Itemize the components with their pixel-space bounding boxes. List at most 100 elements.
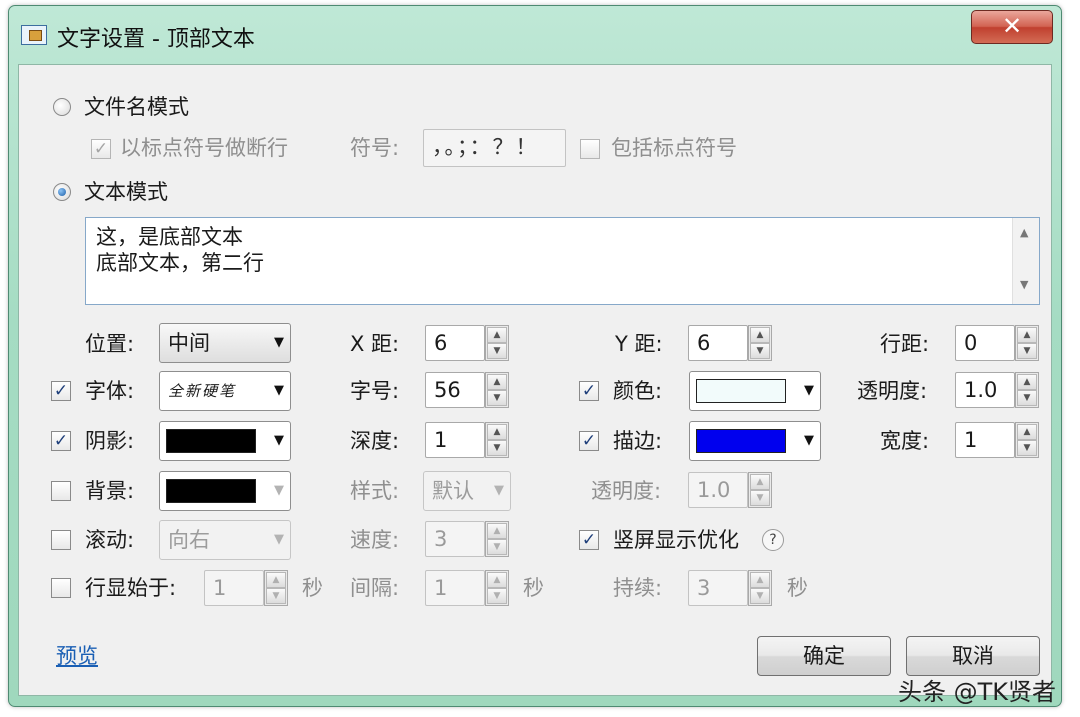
dialog-body: 文件名模式 ✓ 以标点符号做断行 符号: ，。；：？！ 包括标点符号 文本模式 … <box>18 64 1052 696</box>
position-label: 位置: <box>85 332 135 356</box>
bg-opacity-label: 透明度: <box>591 479 662 503</box>
chevron-down-icon: ▼ <box>274 483 284 498</box>
filename-mode-radio[interactable] <box>53 98 71 116</box>
stroke-swatch <box>696 429 786 453</box>
background-checkbox[interactable] <box>51 481 71 501</box>
line-start-unit: 秒 <box>302 576 323 600</box>
chevron-down-icon: ▼ <box>274 532 284 547</box>
watermark-text: 头条 @TK贤者 <box>897 678 1056 706</box>
chevron-down-icon: ▼ <box>804 433 814 448</box>
font-size-spinner[interactable]: ▲ ▼ <box>485 372 509 408</box>
text-line-2: 底部文本，第二行 <box>96 251 264 275</box>
line-spacing-spinner[interactable]: ▲ ▼ <box>1015 325 1039 361</box>
stroke-checkbox[interactable]: ✓ <box>579 431 599 451</box>
include-punct-checkbox[interactable] <box>580 139 600 159</box>
shadow-color-picker[interactable]: ▼ <box>159 421 291 461</box>
x-distance-spinner[interactable]: ▲ ▼ <box>485 325 509 361</box>
shadow-label: 阴影: <box>85 429 135 453</box>
color-swatch <box>696 379 786 403</box>
opacity-input[interactable]: 1.0 <box>955 372 1015 408</box>
stroke-width-input[interactable]: 1 <box>955 422 1015 458</box>
bg-opacity-spinner[interactable]: ▲ ▼ <box>748 472 772 508</box>
line-start-spinner[interactable]: ▲ ▼ <box>264 570 288 606</box>
font-select[interactable]: 全新硬笔 ▼ <box>159 371 291 411</box>
bg-opacity-input[interactable]: 1.0 <box>688 472 748 508</box>
close-button[interactable]: ✕ <box>971 10 1053 44</box>
vertical-optimize-checkbox[interactable]: ✓ <box>579 530 599 550</box>
punct-break-label: 以标点符号做断行 <box>120 136 288 160</box>
speed-input[interactable]: 3 <box>425 521 485 557</box>
interval-label: 间隔: <box>350 576 400 600</box>
stroke-width-label: 宽度: <box>880 429 930 453</box>
shadow-checkbox[interactable]: ✓ <box>51 431 71 451</box>
opacity-label: 透明度: <box>857 379 928 403</box>
symbols-label: 符号: <box>350 136 400 160</box>
shadow-swatch <box>166 429 256 453</box>
stroke-width-spinner[interactable]: ▲ ▼ <box>1015 422 1039 458</box>
line-spacing-input[interactable]: 0 <box>955 325 1015 361</box>
text-mode-label: 文本模式 <box>84 180 168 204</box>
font-checkbox[interactable]: ✓ <box>51 381 71 401</box>
window-title: 文字设置 - 顶部文本 <box>57 27 255 52</box>
chevron-down-icon: ▼ <box>274 383 284 398</box>
dialog-window: 文字设置 - 顶部文本 ✕ 文件名模式 ✓ 以标点符号做断行 符号: ，。；：？… <box>8 5 1062 707</box>
style-select[interactable]: 默认 ▼ <box>423 471 511 511</box>
background-label: 背景: <box>85 479 135 503</box>
line-start-input[interactable]: 1 <box>204 570 264 606</box>
title-bar[interactable]: 文字设置 - 顶部文本 ✕ <box>9 6 1061 64</box>
interval-input[interactable]: 1 <box>425 570 485 606</box>
scroll-label: 滚动: <box>85 528 135 552</box>
textarea-scrollbar[interactable]: ▲ ▼ <box>1012 218 1039 304</box>
symbols-input[interactable]: ，。；：？！ <box>423 129 566 167</box>
depth-spinner[interactable]: ▲ ▼ <box>485 422 509 458</box>
font-label: 字体: <box>85 379 135 403</box>
color-label: 颜色: <box>613 379 663 403</box>
scroll-down-icon[interactable]: ▼ <box>1020 278 1028 291</box>
ok-button[interactable]: 确定 <box>757 636 891 676</box>
duration-input[interactable]: 3 <box>688 570 748 606</box>
y-distance-spinner[interactable]: ▲ ▼ <box>748 325 772 361</box>
scroll-direction-select[interactable]: 向右 ▼ <box>159 520 291 560</box>
include-punct-label: 包括标点符号 <box>611 136 737 160</box>
color-checkbox[interactable]: ✓ <box>579 381 599 401</box>
x-distance-input[interactable]: 6 <box>425 325 485 361</box>
app-icon <box>21 25 47 45</box>
position-select[interactable]: 中间 ▼ <box>159 323 291 363</box>
text-content-textarea[interactable]: 这，是底部文本 底部文本，第二行 ▲ ▼ <box>85 217 1040 305</box>
interval-unit: 秒 <box>523 576 544 600</box>
duration-label: 持续: <box>613 576 663 600</box>
punct-break-checkbox[interactable]: ✓ <box>91 139 111 159</box>
depth-input[interactable]: 1 <box>425 422 485 458</box>
preview-link[interactable]: 预览 <box>56 641 98 671</box>
duration-unit: 秒 <box>787 576 808 600</box>
interval-spinner[interactable]: ▲ ▼ <box>485 570 509 606</box>
font-size-label: 字号: <box>350 379 400 403</box>
help-icon[interactable]: ? <box>762 529 784 551</box>
opacity-spinner[interactable]: ▲ ▼ <box>1015 372 1039 408</box>
chevron-down-icon: ▼ <box>274 335 284 350</box>
line-start-checkbox[interactable] <box>51 578 71 598</box>
line-spacing-label: 行距: <box>880 332 930 356</box>
text-mode-radio[interactable] <box>53 183 71 201</box>
chevron-down-icon: ▼ <box>804 383 814 398</box>
scroll-up-icon[interactable]: ▲ <box>1020 226 1028 239</box>
cancel-button[interactable]: 取消 <box>906 636 1040 676</box>
scroll-checkbox[interactable] <box>51 530 71 550</box>
vertical-optimize-label: 竖屏显示优化 <box>613 528 739 552</box>
duration-spinner[interactable]: ▲ ▼ <box>748 570 772 606</box>
text-line-1: 这，是底部文本 <box>96 225 243 249</box>
y-distance-label: Y 距: <box>615 332 663 356</box>
close-icon: ✕ <box>1001 12 1023 40</box>
text-color-picker[interactable]: ▼ <box>689 371 821 411</box>
y-distance-input[interactable]: 6 <box>688 325 748 361</box>
depth-label: 深度: <box>350 429 400 453</box>
style-label: 样式: <box>350 479 400 503</box>
stroke-label: 描边: <box>613 429 663 453</box>
chevron-down-icon: ▼ <box>274 433 284 448</box>
speed-spinner[interactable]: ▲ ▼ <box>485 521 509 557</box>
chevron-down-icon: ▼ <box>494 483 504 498</box>
x-distance-label: X 距: <box>350 332 400 356</box>
background-color-picker[interactable]: ▼ <box>159 471 291 511</box>
font-size-input[interactable]: 56 <box>425 372 485 408</box>
stroke-color-picker[interactable]: ▼ <box>689 421 821 461</box>
